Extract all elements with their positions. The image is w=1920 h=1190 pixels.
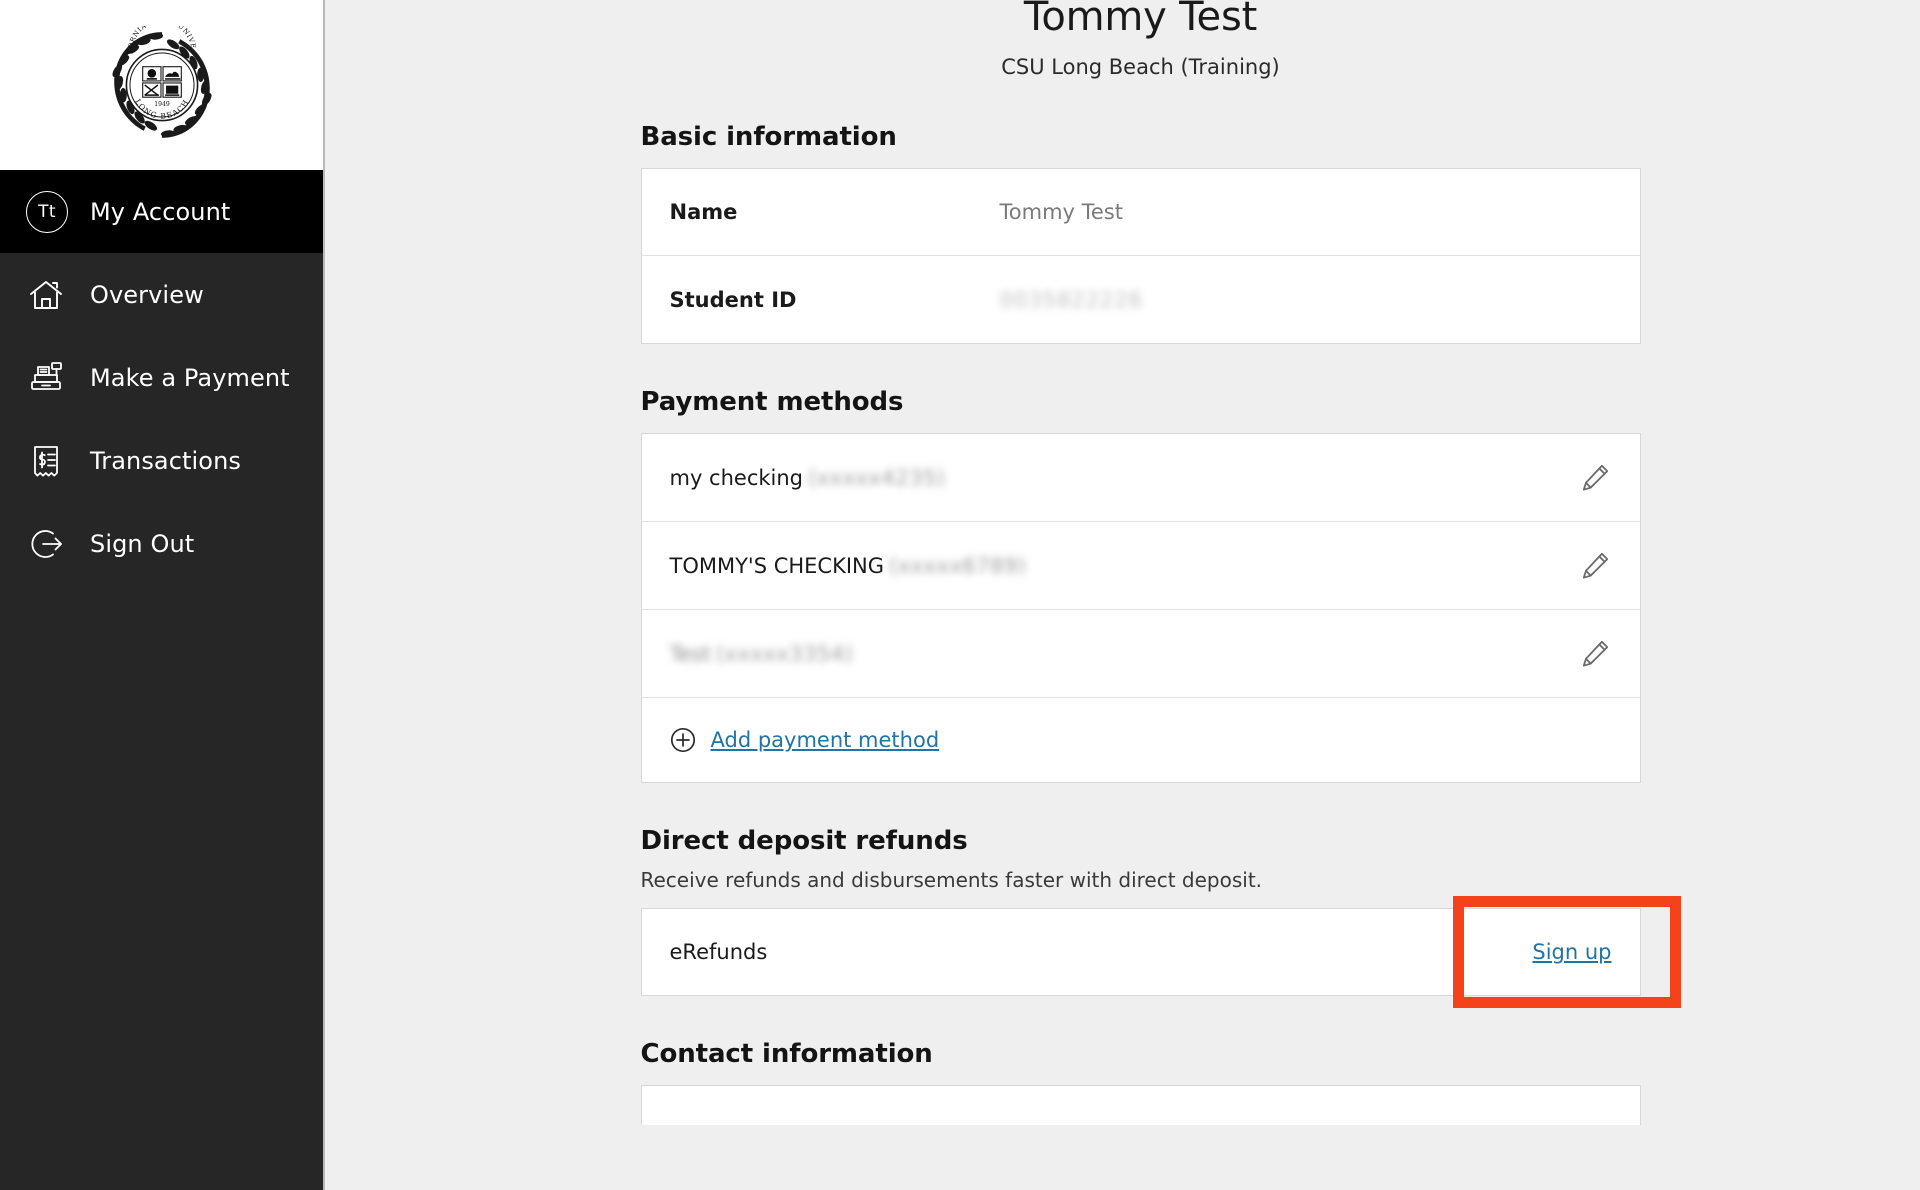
sidebar-item-label-make-a-payment: Make a Payment <box>90 363 290 392</box>
list-item[interactable]: TOMMY'S CHECKING (xxxxx6789) <box>641 522 1640 610</box>
payment-method-label: my checking <box>669 465 804 490</box>
basic-information-heading: Basic information <box>640 122 897 152</box>
csulb-seal-icon: CALIFORNIA STATE UNIVERSITY LONG BEACH <box>101 26 212 138</box>
table-row: Name Tommy Test <box>641 169 1640 256</box>
page-subtitle: CSU Long Beach (Training) <box>1001 55 1280 79</box>
payment-methods-heading: Payment methods <box>640 387 904 417</box>
sidebar-item-label-sign-out: Sign Out <box>90 529 195 558</box>
sidebar-item-label-overview: Overview <box>90 280 204 309</box>
payment-method-label: Test <box>669 641 711 666</box>
payment-method-account: (xxxxx4235) <box>808 465 946 490</box>
sidebar: CALIFORNIA STATE UNIVERSITY LONG BEACH <box>0 0 325 1190</box>
payment-method-account: (xxxxx3354) <box>715 641 854 666</box>
direct-deposit-description: Receive refunds and disbursements faster… <box>640 868 1263 892</box>
contact-information-card <box>640 1085 1641 1125</box>
pencil-edit-icon[interactable] <box>1578 549 1612 583</box>
account-page: CALIFORNIA STATE UNIVERSITY LONG BEACH <box>0 0 1920 1190</box>
name-label: Name <box>669 200 738 224</box>
logo-panel: CALIFORNIA STATE UNIVERSITY LONG BEACH <box>0 0 323 170</box>
sidebar-item-overview[interactable]: Overview <box>0 253 323 336</box>
contact-information-heading: Contact information <box>640 1039 933 1069</box>
receipt-dollar-icon <box>26 438 72 484</box>
sidebar-item-label-my-account: My Account <box>90 197 231 226</box>
payment-methods-card: my checking (xxxxx4235) TOMMY'S CHECKING… <box>640 433 1641 783</box>
plus-circle-icon <box>670 727 695 753</box>
sidebar-item-label-transactions: Transactions <box>90 446 242 475</box>
add-payment-method-link[interactable]: Add payment method <box>711 728 940 752</box>
user-avatar-icon: Tt <box>26 189 72 235</box>
avatar: Tt <box>26 190 68 233</box>
student-id-value: 0035822226 <box>999 287 1144 312</box>
list-item[interactable]: my checking (xxxxx4235) <box>641 434 1640 522</box>
payment-method-name: TOMMY'S CHECKING (xxxxx6789) <box>670 554 1027 578</box>
sidebar-item-make-a-payment[interactable]: Make a Payment <box>0 336 323 419</box>
pencil-edit-icon[interactable] <box>1578 461 1612 495</box>
sidebar-item-transactions[interactable]: Transactions <box>0 419 323 502</box>
erefunds-sign-up-link[interactable]: Sign up <box>1532 940 1611 964</box>
direct-deposit-heading: Direct deposit refunds <box>640 826 968 856</box>
add-payment-method-row[interactable]: Add payment method <box>642 698 1640 782</box>
name-value: Tommy Test <box>999 200 1123 224</box>
cash-register-icon <box>26 355 72 401</box>
payment-method-account: (xxxxx6789) <box>889 553 1027 578</box>
payment-method-name: Test (xxxxx3354) <box>670 642 854 666</box>
avatar-initials: Tt <box>38 201 56 222</box>
erefunds-card: eRefunds Sign up <box>640 908 1641 996</box>
payment-method-name: my checking (xxxxx4235) <box>670 466 946 490</box>
main-content: Tommy Test CSU Long Beach (Training) Bas… <box>325 0 1920 1190</box>
home-icon <box>26 272 72 318</box>
table-row: Student ID 0035822226 <box>642 256 1640 343</box>
list-item[interactable]: Test (xxxxx3354) <box>641 610 1640 698</box>
page-title: Tommy Test <box>1023 0 1258 40</box>
pencil-edit-icon[interactable] <box>1578 637 1612 671</box>
student-id-label: Student ID <box>669 287 797 312</box>
sidebar-item-my-account[interactable]: Tt My Account <box>0 170 323 253</box>
svg-text:1949: 1949 <box>154 101 170 108</box>
basic-information-card: Name Tommy Test Student ID 0035822226 <box>640 168 1641 344</box>
payment-method-label: TOMMY'S CHECKING <box>669 553 885 578</box>
sign-out-icon <box>26 521 72 567</box>
sidebar-item-sign-out[interactable]: Sign Out <box>0 502 323 585</box>
erefunds-label: eRefunds <box>669 940 768 964</box>
